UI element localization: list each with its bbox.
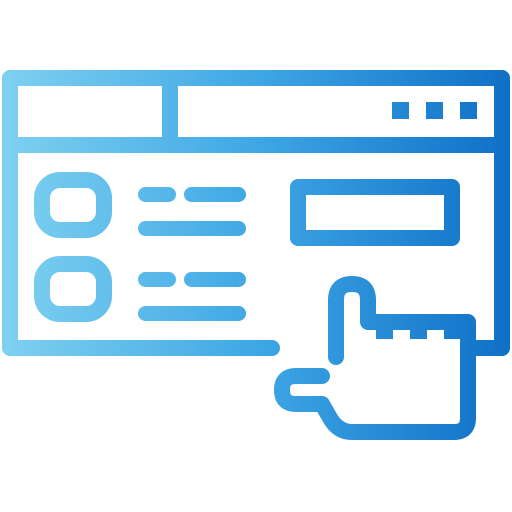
list-line-2b: [184, 272, 246, 287]
pointing-hand-icon: [274, 276, 476, 440]
window-dot-1: [392, 102, 409, 119]
hand-dot-3: [444, 322, 461, 339]
list-checkbox-2: [34, 256, 112, 322]
button-outline: [290, 179, 460, 246]
web-page-click-icon: [0, 0, 512, 512]
list-line-1c: [138, 221, 246, 236]
window-dot-3: [460, 102, 477, 119]
icon-svg: [2, 70, 510, 440]
list-line-1b: [184, 187, 246, 202]
list-line-2c: [138, 306, 246, 321]
list-line-1a: [138, 187, 176, 202]
list-checkbox-1: [34, 172, 112, 238]
hand-dot-2: [410, 322, 427, 339]
window-dot-2: [426, 102, 443, 119]
list-line-2a: [138, 272, 176, 287]
hand-dot-1: [376, 322, 393, 339]
